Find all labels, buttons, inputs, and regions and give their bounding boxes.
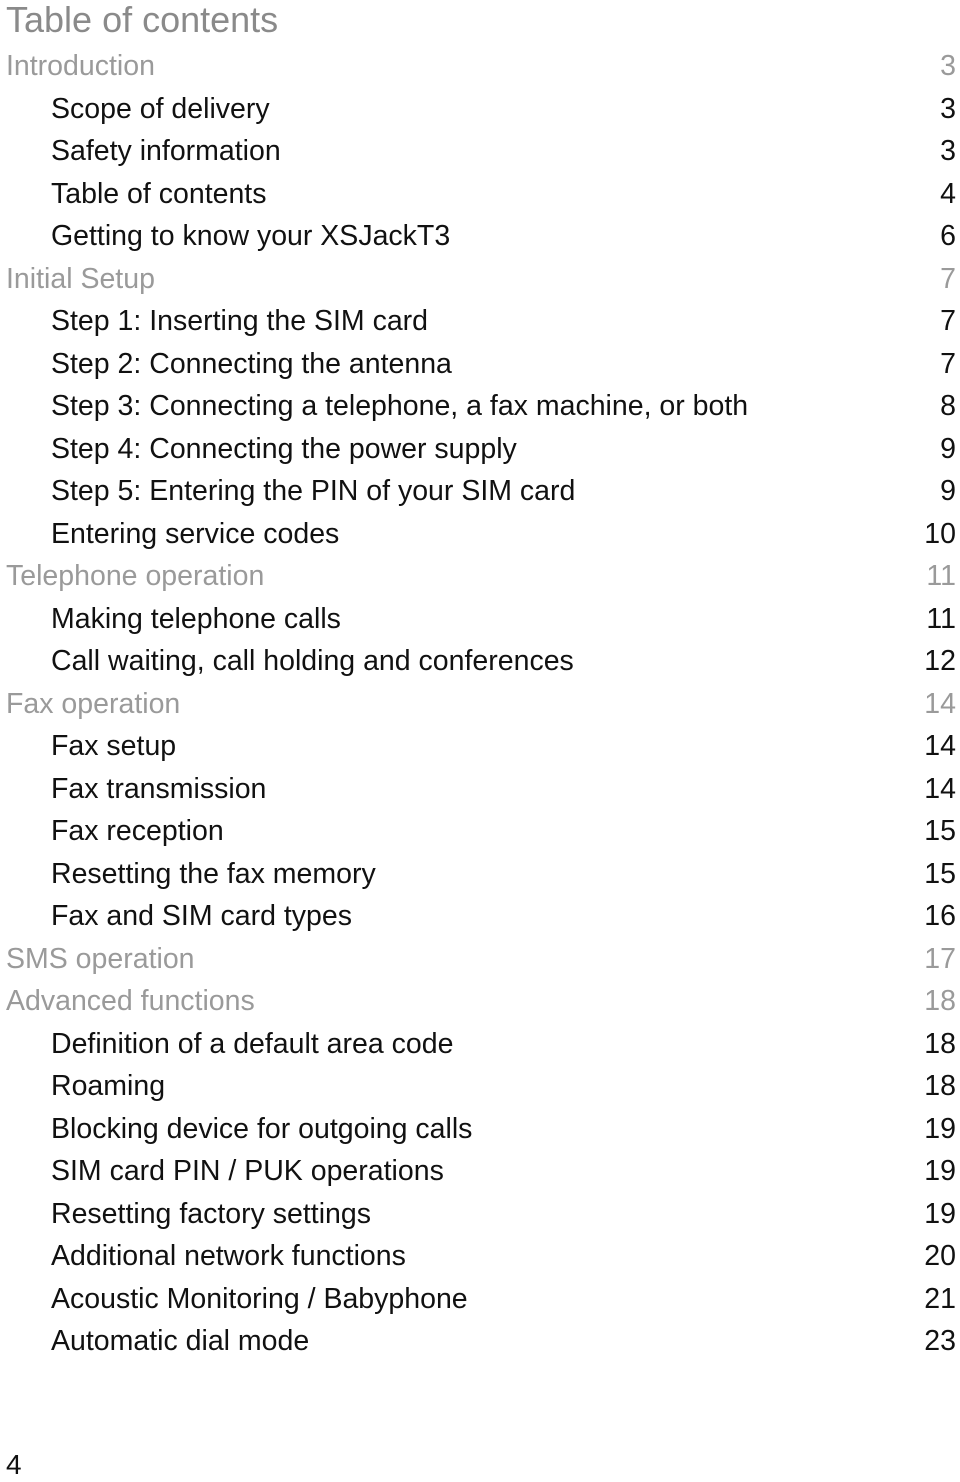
- toc-entry-label: Step 2: Connecting the antenna: [51, 347, 452, 380]
- toc-entry-label: Step 5: Entering the PIN of your SIM car…: [51, 475, 576, 507]
- toc-entry[interactable]: Step 3: Connecting a telephone, a fax ma…: [0, 385, 956, 428]
- toc-entry-label: Fax transmission: [51, 772, 267, 805]
- toc-entry-page: 12: [924, 645, 956, 677]
- toc-entry-page: 9: [940, 475, 956, 507]
- toc-entry-page: 6: [940, 220, 956, 252]
- toc-entry-label: SMS operation: [6, 942, 195, 975]
- toc-entry-label: Advanced functions: [6, 985, 255, 1017]
- toc-entry[interactable]: Fax setup 14: [0, 725, 956, 768]
- toc-entry[interactable]: Fax reception 15: [0, 810, 956, 853]
- toc-entry[interactable]: Table of contents 4: [0, 173, 956, 216]
- toc-entry-page: 7: [940, 347, 956, 380]
- toc-entry-label: Step 1: Inserting the SIM card: [51, 305, 429, 337]
- toc-entry-label: Telephone operation: [6, 560, 265, 592]
- toc-entry-page: 15: [924, 857, 956, 890]
- toc-entry[interactable]: Blocking device for outgoing calls 19: [0, 1108, 956, 1151]
- toc-entry-label: Table of contents: [51, 177, 267, 210]
- toc-entry[interactable]: Step 2: Connecting the antenna 7: [0, 343, 956, 386]
- toc-entry-label: Acoustic Monitoring / Babyphone: [51, 1282, 468, 1315]
- toc-entry[interactable]: Step 5: Entering the PIN of your SIM car…: [0, 470, 956, 513]
- toc-entry-label: Resetting the fax memory: [51, 857, 376, 890]
- page-title: Table of contents: [6, 0, 279, 40]
- toc-entry-page: 7: [940, 305, 956, 337]
- toc-entry[interactable]: Safety information 3: [0, 130, 956, 173]
- toc-entry-page: 14: [924, 772, 956, 805]
- toc-section-entry[interactable]: Introduction 3: [0, 45, 956, 88]
- toc-entry[interactable]: Scope of delivery 3: [0, 88, 956, 131]
- toc-entry[interactable]: Resetting factory settings 19: [0, 1193, 956, 1236]
- toc-entry[interactable]: Getting to know your XSJackT3 6: [0, 215, 956, 258]
- toc-entry-label: Call waiting, call holding and conferenc…: [51, 645, 574, 677]
- toc-entry-page: 3: [940, 92, 956, 125]
- toc-entry-page: 9: [940, 432, 956, 465]
- toc-entry-page: 14: [924, 730, 956, 762]
- toc-entry-page: 20: [924, 1240, 956, 1272]
- toc-entry-label: Fax operation: [6, 687, 181, 720]
- toc-entry-page: 7: [940, 262, 956, 295]
- toc-entry[interactable]: Fax transmission 14: [0, 768, 956, 811]
- toc-entry[interactable]: Additional network functions 20: [0, 1235, 956, 1278]
- toc-entry-label: Safety information: [51, 135, 281, 167]
- toc-entry-page: 21: [924, 1282, 956, 1315]
- toc-entry-label: Fax setup: [51, 730, 177, 762]
- toc-entry-page: 19: [924, 1112, 956, 1145]
- toc-entry-page: 4: [940, 177, 956, 210]
- toc-entry-label: Additional network functions: [51, 1240, 406, 1272]
- toc-entry-page: 18: [924, 1027, 956, 1060]
- toc-entry-page: 18: [924, 1070, 956, 1102]
- toc-entry-label: SIM card PIN / PUK operations: [51, 1155, 444, 1187]
- toc-entry[interactable]: Definition of a default area code 18: [0, 1023, 956, 1066]
- toc-entry[interactable]: Resetting the fax memory 15: [0, 853, 956, 896]
- toc-entry-page: 3: [940, 50, 956, 82]
- toc-entry-label: Roaming: [51, 1070, 166, 1102]
- toc-entry[interactable]: Call waiting, call holding and conferenc…: [0, 640, 956, 683]
- toc-entry[interactable]: Step 1: Inserting the SIM card 7: [0, 300, 956, 343]
- toc-entry-label: Resetting factory settings: [51, 1197, 371, 1230]
- toc-entry-page: 17: [924, 942, 956, 975]
- toc-entry-label: Fax and SIM card types: [51, 900, 352, 932]
- toc-entry-page: 8: [940, 390, 956, 422]
- toc-entry-page: 15: [924, 815, 956, 847]
- toc-entry-label: Blocking device for outgoing calls: [51, 1112, 473, 1145]
- toc-entry-page: 11: [926, 602, 956, 635]
- toc-entry-page: 23: [924, 1325, 956, 1357]
- toc-entry-page: 19: [924, 1197, 956, 1230]
- toc-section-entry[interactable]: Fax operation 14: [0, 683, 956, 726]
- toc-entry-label: Initial Setup: [6, 262, 155, 295]
- page-number: 4: [6, 1449, 22, 1480]
- toc-entry[interactable]: Entering service codes 10: [0, 513, 956, 556]
- toc-entry-label: Introduction: [6, 50, 155, 82]
- toc-entry-label: Fax reception: [51, 815, 224, 847]
- toc-entry-page: 3: [940, 135, 956, 167]
- toc-entry-label: Step 4: Connecting the power supply: [51, 432, 517, 465]
- toc-entry-label: Getting to know your XSJackT3: [51, 220, 451, 252]
- toc-entry-label: Entering service codes: [51, 517, 340, 550]
- toc-entry[interactable]: Making telephone calls 11: [0, 598, 956, 641]
- toc-entry[interactable]: Fax and SIM card types 16: [0, 895, 956, 938]
- toc-entry-label: Step 3: Connecting a telephone, a fax ma…: [51, 390, 749, 422]
- toc-section-entry[interactable]: Advanced functions 18: [0, 980, 956, 1023]
- toc-entry[interactable]: Acoustic Monitoring / Babyphone 21: [0, 1278, 956, 1321]
- toc-entry-page: 18: [924, 985, 956, 1017]
- toc-entry-label: Scope of delivery: [51, 92, 270, 125]
- toc-entry-label: Making telephone calls: [51, 602, 341, 635]
- toc-entry-page: 14: [924, 687, 956, 720]
- toc-section-entry[interactable]: Initial Setup 7: [0, 258, 956, 301]
- toc-entry[interactable]: SIM card PIN / PUK operations 19: [0, 1150, 956, 1193]
- toc-entry-label: Automatic dial mode: [51, 1325, 310, 1357]
- toc-entry[interactable]: Automatic dial mode 23: [0, 1320, 956, 1363]
- toc-entry[interactable]: Step 4: Connecting the power supply 9: [0, 428, 956, 471]
- toc-entry-page: 10: [924, 517, 956, 550]
- toc-section-entry[interactable]: SMS operation 17: [0, 938, 956, 981]
- toc-entry-page: 11: [926, 560, 956, 592]
- toc-entry-label: Definition of a default area code: [51, 1027, 454, 1060]
- toc-entry[interactable]: Roaming 18: [0, 1065, 956, 1108]
- toc-entry-page: 16: [924, 900, 956, 932]
- table-of-contents: Introduction 3 Scope of delivery 3 Safety in…: [0, 45, 956, 1363]
- toc-section-entry[interactable]: Telephone operation 11: [0, 555, 956, 598]
- toc-entry-page: 19: [924, 1155, 956, 1187]
